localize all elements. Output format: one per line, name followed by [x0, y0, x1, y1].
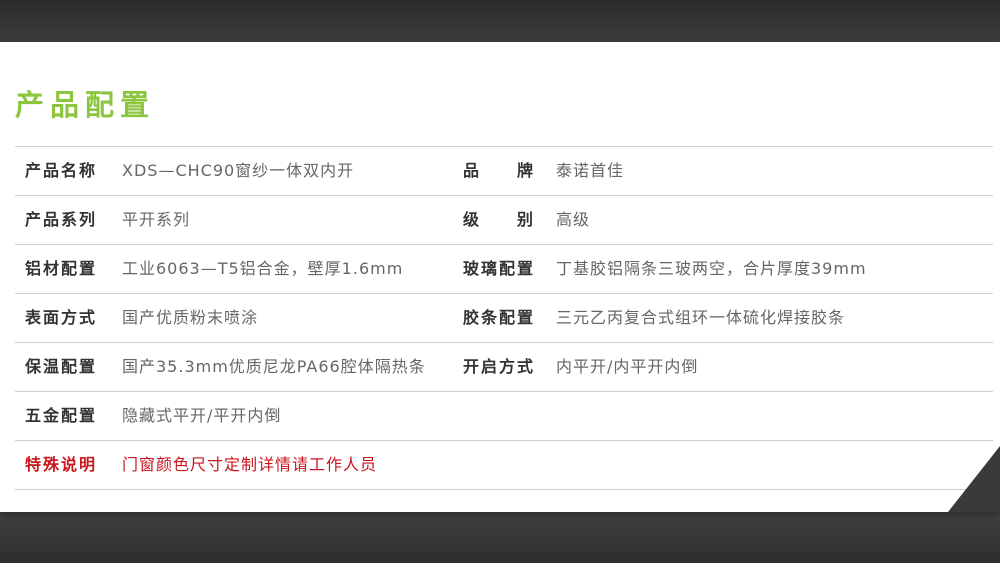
row-value: 工业6063—T5铝合金，壁厚1.6mm [122, 259, 404, 278]
table-row-hardware: 五金配置 隐藏式平开/平开内倒 [15, 392, 993, 441]
row-value: 隐藏式平开/平开内倒 [122, 406, 282, 425]
row-label: 玻璃配置 [463, 259, 536, 278]
table-row-series: 产品系列 平开系列 级 别 高级 [15, 196, 993, 245]
page-title: 产品配置 [15, 88, 156, 122]
row-label: 五金配置 [25, 406, 98, 425]
table-row-product-name: 产品名称 XDS—CHC90窗纱一体双内开 品 牌 泰诺首佳 [15, 147, 993, 196]
background-bottom [0, 512, 1000, 563]
row-value: 三元乙丙复合式组环一体硫化焊接胶条 [556, 308, 846, 327]
row-value: 门窗颜色尺寸定制详情请工作人员 [122, 455, 378, 474]
table-row-surface: 表面方式 国产优质粉末喷涂 胶条配置 三元乙丙复合式组环一体硫化焊接胶条 [15, 294, 993, 343]
row-label: 品 牌 [463, 161, 536, 180]
row-value: 丁基胶铝隔条三玻两空，合片厚度39mm [556, 259, 867, 278]
row-value: 国产优质粉末喷涂 [122, 308, 259, 327]
row-label: 铝材配置 [25, 259, 98, 278]
table-row-special-note: 特殊说明 门窗颜色尺寸定制详情请工作人员 [15, 441, 993, 490]
row-value: 内平开/内平开内倒 [556, 357, 699, 376]
background-top [0, 0, 1000, 42]
row-label: 级 别 [463, 210, 536, 229]
row-value: 平开系列 [122, 210, 191, 229]
row-value: 高级 [556, 210, 591, 229]
product-config-card: 产品配置 产品名称 XDS—CHC90窗纱一体双内开 品 牌 泰诺首佳 产品系列… [0, 42, 1000, 512]
table-row-insulation: 保温配置 国产35.3mm优质尼龙PA66腔体隔热条 开启方式 内平开/内平开内… [15, 343, 993, 392]
row-label: 表面方式 [25, 308, 98, 327]
row-label: 产品系列 [25, 210, 98, 229]
row-value: 国产35.3mm优质尼龙PA66腔体隔热条 [122, 357, 426, 376]
config-table: 产品名称 XDS—CHC90窗纱一体双内开 品 牌 泰诺首佳 产品系列 平开系列… [15, 146, 993, 490]
row-label: 特殊说明 [25, 455, 98, 474]
row-label: 胶条配置 [463, 308, 536, 327]
corner-fold-decoration [948, 446, 1000, 512]
row-label: 保温配置 [25, 357, 98, 376]
row-label: 开启方式 [463, 357, 536, 376]
row-label: 产品名称 [25, 161, 98, 180]
row-value: 泰诺首佳 [556, 161, 625, 180]
table-row-aluminum: 铝材配置 工业6063—T5铝合金，壁厚1.6mm 玻璃配置 丁基胶铝隔条三玻两… [15, 245, 993, 294]
row-value: XDS—CHC90窗纱一体双内开 [122, 161, 355, 180]
